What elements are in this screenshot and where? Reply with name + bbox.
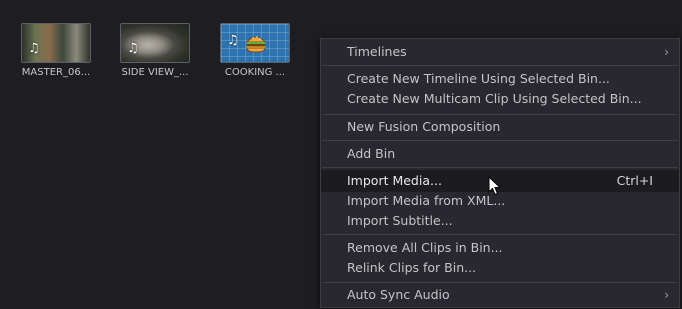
menu-separator [322,65,678,66]
mouse-pointer-icon [488,176,501,196]
media-pool-page: ♫ MASTER_06... ♫ SIDE VIEW_... ♫ COOKING… [0,0,682,309]
menu-item-label: Create New Timeline Using Selected Bin..… [347,71,610,86]
menu-item-label: Import Media... [347,173,442,188]
menu-item-shortcut: Ctrl+I [616,173,653,188]
menu-item-timelines[interactable]: Timelines › [321,41,679,63]
music-note-icon: ♫ [127,41,139,56]
clip-thumbnail[interactable]: ♫ [21,23,91,63]
music-note-icon: ♫ [227,33,239,48]
menu-item-remove-all[interactable]: Remove All Clips in Bin... [321,237,679,259]
menu-item-label: Import Subtitle... [347,213,453,228]
menu-separator [322,282,678,283]
clip-name: COOKING ... [224,67,286,78]
menu-item-auto-sync-audio[interactable]: Auto Sync Audio › [321,284,679,306]
clip-thumbnail[interactable]: ♫ [120,23,190,63]
menu-item-label: Timelines [347,44,407,59]
menu-item-label: Create New Multicam Clip Using Selected … [347,91,642,106]
menu-separator [322,167,678,168]
menu-item-label: Import Media from XML... [347,193,506,208]
bin-context-menu: Timelines › Create New Timeline Using Se… [320,38,680,308]
chevron-right-icon: › [664,45,669,59]
menu-item-label: Relink Clips for Bin... [347,260,477,275]
clip-name: MASTER_06... [21,67,91,78]
menu-item-label: New Fusion Composition [347,119,501,134]
music-note-icon: ♫ [28,41,40,56]
menu-item-create-multicam[interactable]: Create New Multicam Clip Using Selected … [321,88,679,110]
menu-item-label: Auto Sync Audio [347,287,450,302]
menu-item-label: Add Bin [347,146,396,161]
chevron-right-icon: › [664,288,669,302]
menu-separator [322,114,678,115]
menu-item-new-fusion[interactable]: New Fusion Composition [321,116,679,138]
menu-item-import-subtitle[interactable]: Import Subtitle... [321,210,679,232]
clip-name: SIDE VIEW_... [121,67,189,78]
clip-cooking[interactable]: ♫ COOKING ... [220,23,290,87]
menu-separator [322,140,678,141]
clip-master[interactable]: ♫ MASTER_06... [21,23,91,87]
clip-side-view[interactable]: ♫ SIDE VIEW_... [120,23,190,87]
menu-item-add-bin[interactable]: Add Bin [321,143,679,165]
clip-thumbnail[interactable]: ♫ [220,23,290,63]
menu-item-create-timeline[interactable]: Create New Timeline Using Selected Bin..… [321,68,679,90]
menu-item-relink[interactable]: Relink Clips for Bin... [321,257,679,279]
menu-item-label: Remove All Clips in Bin... [347,240,503,255]
burger-icon [246,36,266,53]
menu-separator [322,234,678,235]
